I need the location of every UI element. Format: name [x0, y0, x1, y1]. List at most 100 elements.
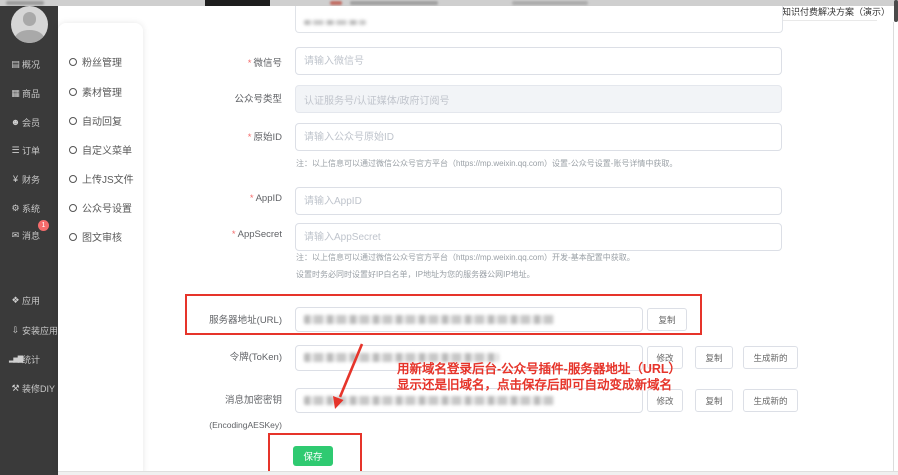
account-type-label: 公众号类型: [140, 91, 282, 105]
app-secret-note: 设置时务必同时设置好IP白名单，IP地址为您的服务器公网IP地址。: [296, 269, 535, 280]
wechat-id-label: *微信号: [140, 55, 282, 69]
products-icon: ▦: [9, 89, 22, 98]
app-secret-note: 注：以上信息可以通过微信公众号官方平台（https://mp.weixin.qq…: [296, 252, 635, 263]
original-id-input[interactable]: [295, 123, 782, 151]
save-button[interactable]: 保存: [293, 446, 333, 466]
sidebar-item-label: 财务: [22, 173, 40, 186]
sidebar-item-system[interactable]: ⚙ 系统: [0, 199, 58, 217]
top-strip-text-remnant: [512, 1, 588, 5]
blurred-value: [304, 20, 366, 25]
submenu-item-upload-js-file[interactable]: 上传JS文件: [58, 171, 143, 186]
sidebar-item-label: 会员: [22, 116, 40, 129]
submenu-item-label: 上传JS文件: [82, 171, 134, 186]
finance-yen-icon: ¥: [9, 175, 22, 184]
required-asterisk: *: [248, 58, 252, 69]
sidebar-item-label: 统计: [22, 353, 40, 366]
top-strip-window-remnant: [205, 0, 270, 6]
field-label-text: 消息加密密钥: [225, 395, 282, 406]
encoding-aes-key-modify-button[interactable]: 修改: [647, 389, 683, 412]
install-apps-icon: ⇩: [9, 326, 22, 335]
original-id-label: *原始ID: [140, 129, 282, 143]
sidebar-item-products[interactable]: ▦ 商品: [0, 84, 58, 102]
submenu-panel: 粉丝管理 素材管理 自动回复 自定义菜单 上传JS文件 公众号设置 图文审核: [58, 23, 143, 475]
sidebar-item-decorate-diy[interactable]: ⚒ 装修DIY: [0, 379, 58, 397]
encoding-aes-key-input[interactable]: [295, 388, 643, 413]
encoding-aes-key-generate-new-button[interactable]: 生成新的: [743, 389, 798, 412]
server-url-copy-button[interactable]: 复制: [647, 308, 687, 331]
token-modify-button[interactable]: 修改: [647, 346, 683, 369]
field-label-text: 服务器地址(URL): [209, 315, 282, 326]
app-id-input[interactable]: [295, 187, 782, 215]
sidebar-item-apps[interactable]: ❖ 应用: [0, 291, 58, 309]
sidebar-item-statistics[interactable]: ▂▅▇ 统计: [0, 350, 58, 368]
site-title: 知识付费解决方案（演示）: [770, 4, 890, 18]
sidebar-item-label: 订单: [22, 144, 40, 157]
submenu-item-label: 公众号设置: [82, 200, 132, 215]
sidebar-item-messages[interactable]: ✉ 消息1: [0, 226, 58, 244]
members-icon: ☻: [9, 118, 22, 127]
page: ▤ 概况 ▦ 商品 ☻ 会员 ☰ 订单 ¥ 财务 ⚙ 系统 ✉ 消息1 ❖ 应用 ⇩ 安装应用 ▂…: [0, 0, 898, 475]
sidebar-item-label: 概况: [22, 58, 40, 71]
top-strip-red-remnant: [330, 1, 342, 5]
submenu-item-material-management[interactable]: 素材管理: [58, 84, 143, 99]
radio-circle-icon: [69, 204, 77, 212]
sidebar-item-orders[interactable]: ☰ 订单: [0, 141, 58, 159]
sidebar-item-members[interactable]: ☻ 会员: [0, 113, 58, 131]
app-id-label: *AppID: [140, 193, 282, 204]
submenu-item-official-account-settings[interactable]: 公众号设置: [58, 200, 143, 215]
encoding-aes-key-copy-button[interactable]: 复制: [695, 389, 733, 412]
field-label-text: 微信号: [253, 58, 282, 69]
required-asterisk: *: [250, 193, 254, 204]
submenu-item-fans-management[interactable]: 粉丝管理: [58, 54, 143, 69]
submenu-item-label: 自动回复: [82, 113, 122, 128]
radio-circle-icon: [69, 146, 77, 154]
sidebar-item-label: 商品: [22, 87, 40, 100]
sidebar-item-overview[interactable]: ▤ 概况: [0, 55, 58, 73]
scrollbar-track[interactable]: [893, 22, 894, 471]
avatar-silhouette: [23, 12, 36, 25]
radio-circle-icon: [69, 233, 77, 241]
system-gear-icon: ⚙: [9, 204, 22, 213]
blurred-value: [304, 353, 499, 362]
sidebar-item-label: 系统: [22, 202, 40, 215]
partial-top-input[interactable]: [295, 6, 783, 33]
submenu-item-label: 自定义菜单: [82, 142, 132, 157]
sidebar-item-label: 消息: [22, 229, 40, 242]
field-label-text: AppID: [256, 193, 282, 204]
submenu-item-label: 素材管理: [82, 84, 122, 99]
required-asterisk: *: [232, 229, 236, 240]
field-label-text: AppSecret: [238, 229, 282, 240]
field-label-text: 令牌(ToKen): [230, 352, 282, 363]
field-label-text: 公众号类型: [234, 94, 282, 105]
radio-circle-icon: [69, 117, 77, 125]
avatar-silhouette: [15, 30, 44, 43]
submenu-item-label: 粉丝管理: [82, 54, 122, 69]
sidebar-item-finance[interactable]: ¥ 财务: [0, 170, 58, 188]
orders-cart-icon: ☰: [9, 146, 22, 155]
token-generate-new-button[interactable]: 生成新的: [743, 346, 798, 369]
scrollbar-thumb[interactable]: [894, 0, 898, 22]
submenu-item-custom-menu[interactable]: 自定义菜单: [58, 142, 143, 157]
original-id-note: 注：以上信息可以通过微信公众号官方平台（https://mp.weixin.qq…: [296, 158, 677, 169]
server-url-input[interactable]: [295, 307, 643, 332]
radio-circle-icon: [69, 58, 77, 66]
encoding-aes-key-sublabel: (EncodingAESKey): [140, 420, 282, 430]
apps-icon: ❖: [9, 296, 22, 305]
wechat-id-input[interactable]: [295, 47, 782, 75]
decorate-diy-icon: ⚒: [9, 384, 22, 393]
overview-icon: ▤: [9, 60, 22, 69]
required-asterisk: *: [248, 132, 252, 143]
app-secret-input[interactable]: [295, 223, 782, 251]
avatar[interactable]: [11, 6, 48, 43]
account-type-input[interactable]: [295, 85, 782, 113]
submenu-item-article-review[interactable]: 图文审核: [58, 229, 143, 244]
token-copy-button[interactable]: 复制: [695, 346, 733, 369]
main-sidebar: ▤ 概况 ▦ 商品 ☻ 会员 ☰ 订单 ¥ 财务 ⚙ 系统 ✉ 消息1 ❖ 应用 ⇩ 安装应用 ▂…: [0, 6, 58, 475]
sidebar-item-label: 安装应用: [22, 324, 58, 337]
sidebar-item-label: 应用: [22, 294, 40, 307]
sidebar-item-install-apps[interactable]: ⇩ 安装应用: [0, 321, 58, 339]
submenu-item-auto-reply[interactable]: 自动回复: [58, 113, 143, 128]
top-strip-text-remnant: [6, 1, 44, 5]
token-input[interactable]: [295, 345, 643, 371]
statistics-chart-icon: ▂▅▇: [9, 356, 22, 363]
